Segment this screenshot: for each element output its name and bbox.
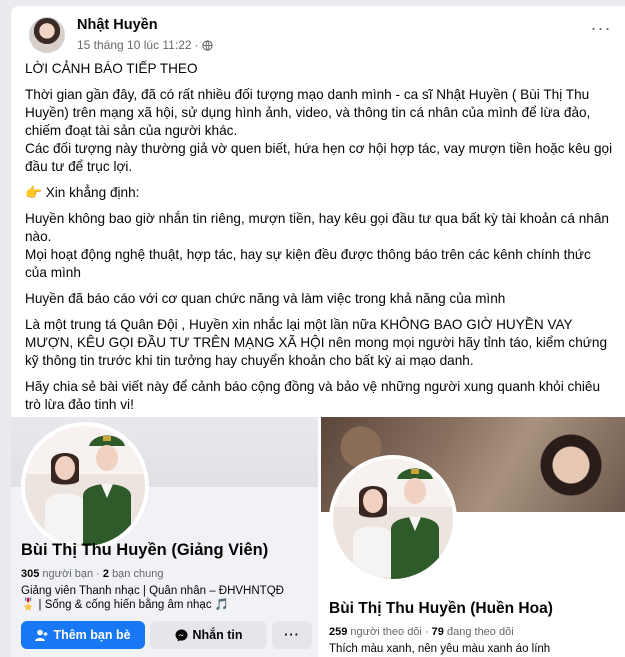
message-button[interactable]: Nhắn tin — [150, 621, 267, 649]
profile-actions: Thêm bạn bè Nhắn tin ··· — [21, 621, 312, 649]
profile-screenshot-left[interactable]: Bùi Thị Thu Huyền (Giảng Viên) 305 người… — [11, 417, 318, 657]
profile-bio: Thích màu xanh, nên yêu màu xanh áo lính — [329, 643, 551, 655]
person-illustration — [83, 435, 131, 546]
post-paragraph: Huyền đã báo cáo với cơ quan chức năng v… — [25, 291, 506, 306]
post-timestamp[interactable]: 15 tháng 10 lúc 11:22 — [77, 38, 192, 52]
post-images: Bùi Thị Thu Huyền (Giảng Viên) 305 người… — [11, 417, 625, 657]
messenger-icon — [175, 629, 187, 641]
post-paragraph: Huyền không bao giờ nhắn tin riêng, mượn… — [25, 211, 609, 244]
post-header: Nhật Huyền 15 tháng 10 lúc 11:22 · ··· — [21, 14, 615, 54]
post-paragraph: 👉 Xin khẳng định: — [25, 185, 140, 200]
profile-screenshot-right[interactable]: Bùi Thị Thu Huyền (Huền Hoa) 259 người t… — [321, 417, 625, 657]
add-friend-icon — [35, 629, 48, 641]
post-paragraph: LỜI CẢNH BÁO TIẾP THEO — [25, 61, 198, 76]
globe-icon — [201, 39, 213, 51]
person-illustration — [45, 453, 85, 544]
profile-stats: 259 người theo dõi · 79 đang theo dõi — [329, 626, 514, 638]
post-paragraph: Thời gian gần đây, đã có rất nhiều đối t… — [25, 87, 591, 138]
profile-name: Bùi Thị Thu Huyền (Huền Hoa) — [329, 600, 553, 617]
author-name[interactable]: Nhật Huyền — [77, 17, 158, 33]
author-avatar[interactable] — [29, 17, 65, 53]
post-body: LỜI CẢNH BÁO TIẾP THEO Thời gian gần đây… — [25, 60, 615, 414]
profile-bio: Giảng viên Thanh nhạc | Quân nhân – ĐHVH… — [21, 585, 284, 611]
post-paragraph: Mọi hoạt động nghệ thuật, hợp tác, hay s… — [25, 247, 591, 280]
profile-picture — [329, 455, 457, 583]
profile-stats: 305 người bạn · 2 bạn chung — [21, 568, 164, 580]
profile-picture — [21, 422, 149, 550]
person-illustration — [353, 486, 393, 577]
profile-name: Bùi Thị Thu Huyền (Giảng Viên) — [21, 541, 269, 559]
post-more-button[interactable]: ··· — [587, 19, 615, 41]
profile-more-button[interactable]: ··· — [272, 621, 312, 649]
meta-separator: · — [194, 38, 199, 52]
post-paragraph: Hãy chia sẻ bài viết này để cảnh báo cộn… — [25, 379, 601, 412]
add-friend-button[interactable]: Thêm bạn bè — [21, 621, 145, 649]
post-paragraph: Các đối tượng này thường giả vờ quen biế… — [25, 141, 613, 174]
post-paragraph: Là một trung tá Quân Đội , Huyền xin nhắ… — [25, 317, 608, 368]
post-card: Nhật Huyền 15 tháng 10 lúc 11:22 · ··· L… — [11, 6, 625, 657]
person-illustration — [391, 468, 439, 579]
post-meta: 15 tháng 10 lúc 11:22 · — [77, 38, 213, 52]
